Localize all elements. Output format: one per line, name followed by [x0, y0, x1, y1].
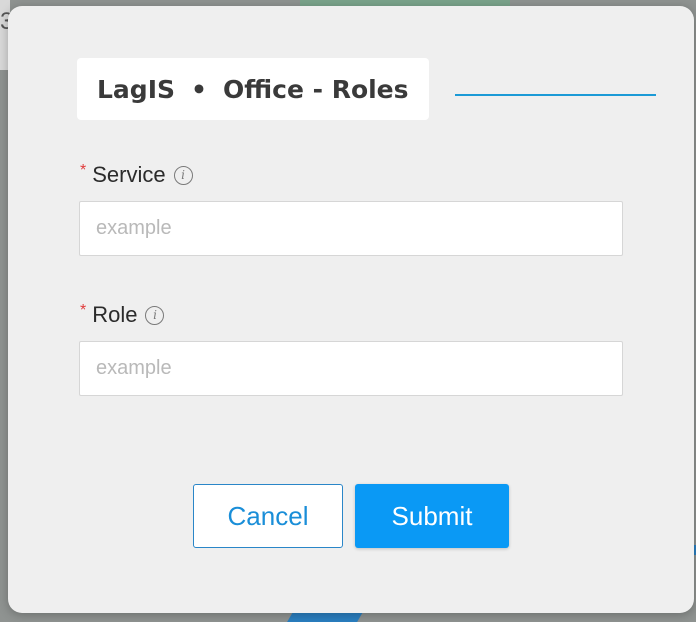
dialog-title-app: LagIS — [97, 74, 176, 104]
required-marker: * — [80, 162, 87, 179]
service-field-label: * Service i — [80, 162, 193, 188]
office-roles-dialog: LagIS • Office - Roles * Service i * Rol… — [8, 6, 694, 613]
info-icon[interactable]: i — [173, 165, 193, 185]
role-field-label: * Role i — [80, 302, 165, 328]
cancel-button[interactable]: Cancel — [193, 484, 343, 548]
info-icon[interactable]: i — [145, 305, 165, 325]
dialog-title-separator: • — [191, 74, 207, 104]
submit-button[interactable]: Submit — [355, 484, 509, 548]
role-input[interactable] — [79, 341, 623, 396]
service-label-text: Service — [92, 162, 166, 187]
title-underline — [455, 94, 656, 96]
role-label-text: Role — [92, 302, 138, 327]
background-map-stroke — [287, 612, 363, 622]
dialog-title-section: Office - Roles — [223, 74, 409, 104]
required-marker: * — [80, 302, 87, 319]
dialog-title: LagIS • Office - Roles — [77, 58, 429, 120]
service-input[interactable] — [79, 201, 623, 256]
